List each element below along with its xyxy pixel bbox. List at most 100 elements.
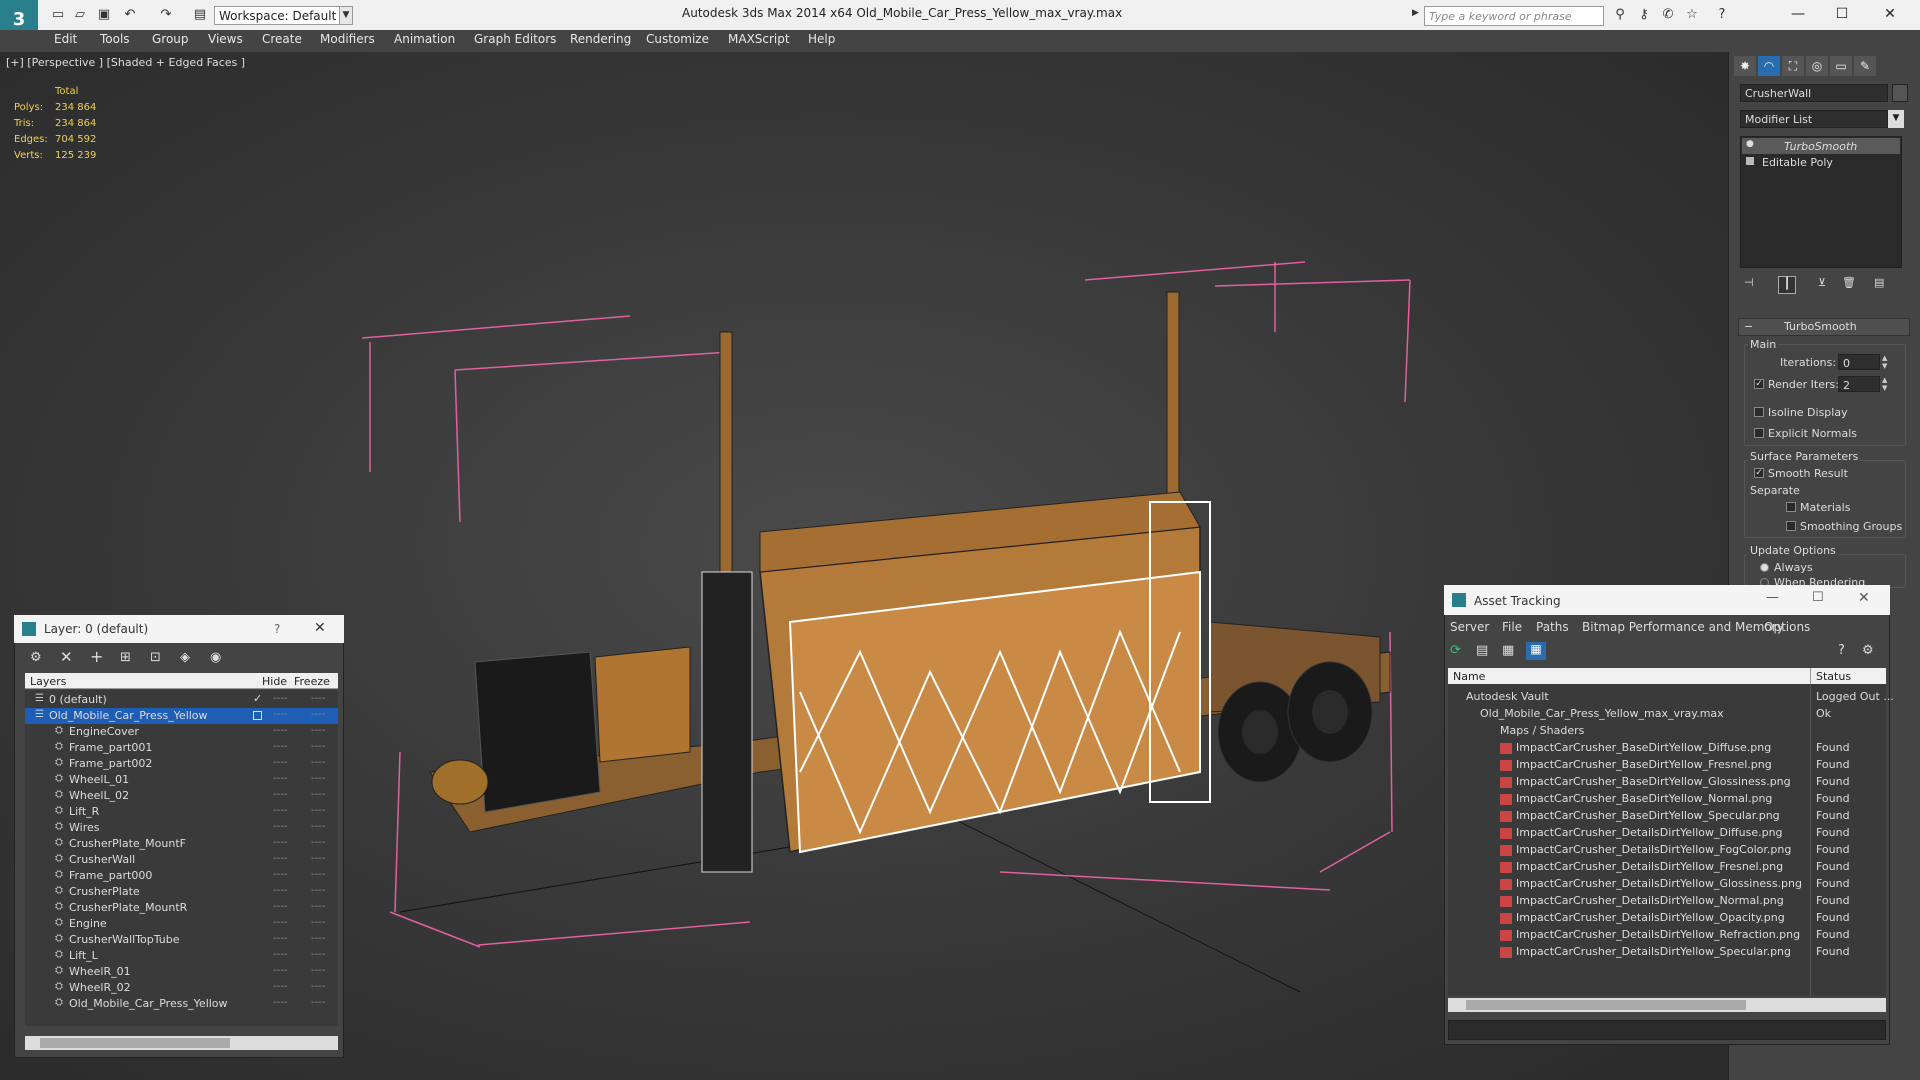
details-view-icon[interactable]: ▦ [1502,643,1514,658]
maximize-button[interactable]: ☐ [1820,3,1864,25]
col-layers[interactable]: Layers [30,675,66,688]
layer-hide-toggle[interactable]: ---- [273,965,287,976]
utilities-tab-icon[interactable]: ✎ [1854,56,1876,76]
asset-file-row[interactable]: ImpactCarCrusher_DetailsDirtYellow_Refra… [1448,928,1886,945]
asset-file-row[interactable]: ImpactCarCrusher_DetailsDirtYellow_Norma… [1448,894,1886,911]
layer-hide-toggle[interactable]: ---- [273,869,287,880]
asset-menu-server[interactable]: Server [1450,620,1489,634]
minimize-button[interactable]: — [1776,3,1820,25]
menu-group[interactable]: Group [152,32,189,46]
layer-row[interactable]: ☰ Old_Mobile_Car_Press_Yellow ---- ---- [25,708,338,724]
layer-row[interactable]: ⛭ Lift_R ---- ---- [25,804,338,820]
current-layer-check-icon[interactable]: ✓ [253,692,262,705]
rollout-collapse-icon[interactable]: − [1744,320,1753,333]
layer-hide-toggle[interactable]: ---- [273,709,287,720]
save-icon[interactable]: ▣ [96,7,112,23]
layer-row[interactable]: ⛭ CrusherWall ---- ---- [25,852,338,868]
workspace-dropdown[interactable]: Workspace: Default [214,6,349,25]
layer-freeze-toggle[interactable]: ---- [311,693,325,704]
chevron-down-icon[interactable]: ▼ [1888,110,1904,128]
asset-file-row[interactable]: ImpactCarCrusher_DetailsDirtYellow_Specu… [1448,945,1886,962]
modify-tab-icon[interactable]: ◠ [1758,56,1780,76]
layer-settings-icon[interactable]: ⚙ [30,650,42,665]
layer-freeze-toggle[interactable]: ---- [311,837,325,848]
col-status[interactable]: Status [1816,670,1851,683]
layer-freeze-toggle[interactable]: ---- [311,965,325,976]
asset-settings-icon[interactable]: ⚙ [1862,643,1874,658]
menu-graph-editors[interactable]: Graph Editors [474,32,556,46]
menu-tools[interactable]: Tools [100,32,130,46]
layer-hide-toggle[interactable]: ---- [273,741,287,752]
explicit-normals-checkbox[interactable] [1754,428,1764,438]
asset-file-row[interactable]: ImpactCarCrusher_DetailsDirtYellow_Diffu… [1448,826,1886,843]
asset-file-row[interactable]: ImpactCarCrusher_DetailsDirtYellow_FogCo… [1448,843,1886,860]
menu-help[interactable]: Help [808,32,835,46]
layer-hide-toggle[interactable]: ---- [273,933,287,944]
search-key-icon[interactable]: ⚷ [1636,7,1652,23]
asset-file-row[interactable]: ImpactCarCrusher_BaseDirtYellow_Specular… [1448,809,1886,826]
menu-customize[interactable]: Customize [646,32,709,46]
layer-freeze-toggle[interactable]: ---- [311,821,325,832]
menu-rendering[interactable]: Rendering [570,32,631,46]
asset-row-maps-folder[interactable]: Maps / Shaders [1448,724,1886,741]
layer-freeze-toggle[interactable]: ---- [311,853,325,864]
layer-freeze-toggle[interactable]: ---- [311,741,325,752]
help-icon[interactable]: ? [1714,7,1730,23]
layer-freeze-toggle[interactable]: ---- [311,885,325,896]
asset-file-row[interactable]: ImpactCarCrusher_BaseDirtYellow_Normal.p… [1448,792,1886,809]
layer-row[interactable]: ⛭ CrusherPlate_MountF ---- ---- [25,836,338,852]
search-input[interactable]: Type a keyword or phrase [1424,6,1604,26]
asset-menu-paths[interactable]: Paths [1536,620,1569,634]
layer-row[interactable]: ☰ 0 (default) ---- ---- ✓ [25,692,338,708]
layer-row[interactable]: ⛭ WheelR_02 ---- ---- [25,980,338,996]
asset-file-row[interactable]: ImpactCarCrusher_BaseDirtYellow_Diffuse.… [1448,741,1886,758]
highlight-layer-icon[interactable]: ◈ [180,650,190,665]
col-hide[interactable]: Hide [262,675,287,688]
layer-freeze-toggle[interactable]: ---- [311,981,325,992]
layer-row[interactable]: ⛭ Frame_part000 ---- ---- [25,868,338,884]
menu-modifiers[interactable]: Modifiers [320,32,375,46]
layer-hide-toggle[interactable]: ---- [273,805,287,816]
chevron-down-icon[interactable]: ▼ [339,6,353,25]
asset-path-field[interactable] [1448,1020,1886,1040]
open-file-icon[interactable]: ▱ [72,7,88,23]
redo-icon[interactable]: ↷ [158,7,174,23]
col-freeze[interactable]: Freeze [294,675,330,688]
new-file-icon[interactable]: ▭ [50,7,66,23]
layer-hide-toggle[interactable]: ---- [273,885,287,896]
stack-expand-icon[interactable] [1746,157,1754,165]
asset-minimize-button[interactable]: — [1766,590,1779,605]
layer-freeze-toggle[interactable]: ---- [311,789,325,800]
hierarchy-tab-icon[interactable]: ⛶ [1782,56,1804,76]
set-current-layer-icon[interactable] [253,711,262,720]
layer-row[interactable]: ⛭ WheelR_01 ---- ---- [25,964,338,980]
asset-file-row[interactable]: ImpactCarCrusher_DetailsDirtYellow_Gloss… [1448,877,1886,894]
stack-item-editable-poly[interactable]: Editable Poly [1762,156,1833,169]
layer-hide-toggle[interactable]: ---- [273,757,287,768]
layer-row[interactable]: ⛭ Frame_part001 ---- ---- [25,740,338,756]
asset-maximize-button[interactable]: ☐ [1812,590,1824,605]
table-view-icon[interactable]: ▦ [1526,642,1546,660]
layer-freeze-toggle[interactable]: ---- [311,869,325,880]
isoline-display-checkbox[interactable] [1754,407,1764,417]
layer-hide-toggle[interactable]: ---- [273,997,287,1008]
layer-help-button[interactable]: ? [274,622,280,636]
layer-hide-toggle[interactable]: ---- [273,821,287,832]
layer-freeze-toggle[interactable]: ---- [311,901,325,912]
layer-row[interactable]: ⛭ CrusherPlate_MountR ---- ---- [25,900,338,916]
layer-freeze-toggle[interactable]: ---- [311,805,325,816]
layer-row[interactable]: ⛭ Frame_part002 ---- ---- [25,756,338,772]
make-unique-icon[interactable]: ⊻ [1818,276,1834,292]
show-end-result-icon[interactable]: ┃ [1778,276,1796,294]
always-radio[interactable] [1760,563,1769,572]
lightbulb-icon[interactable]: ● [1746,139,1756,151]
layer-hide-toggle[interactable]: ---- [273,693,287,704]
menu-animation[interactable]: Animation [394,32,455,46]
favorites-star-icon[interactable]: ☆ [1684,7,1700,23]
menu-create[interactable]: Create [262,32,302,46]
asset-hscroll-thumb[interactable] [1466,1000,1746,1010]
configure-modifier-sets-icon[interactable]: ▤ [1874,276,1890,292]
menu-views[interactable]: Views [208,32,243,46]
menu-edit[interactable]: Edit [54,32,77,46]
search-arrow-icon[interactable]: ▶ [1412,8,1422,24]
